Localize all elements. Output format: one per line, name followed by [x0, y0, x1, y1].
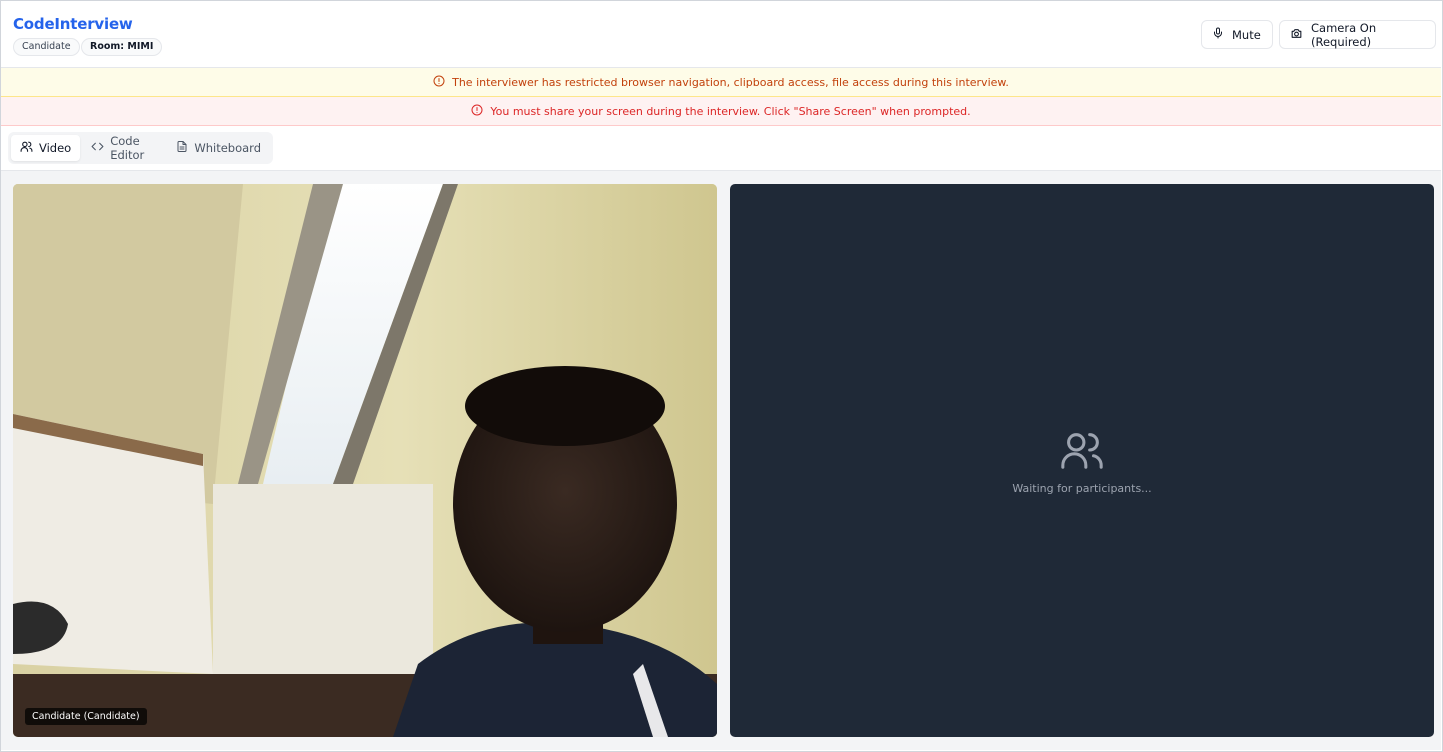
video-area: Candidate (Candidate) Waiting for partic…: [1, 171, 1441, 750]
camera-button[interactable]: Camera On (Required): [1279, 20, 1436, 49]
tab-video[interactable]: Video: [11, 135, 81, 161]
document-icon: [176, 140, 188, 156]
tab-code-editor[interactable]: Code Editor: [82, 134, 165, 162]
camera-icon: [1290, 27, 1303, 43]
alert-circle-icon: [433, 75, 445, 90]
role-badge: Candidate: [13, 38, 80, 56]
code-icon: [91, 140, 104, 156]
local-video-tile: Candidate (Candidate): [13, 184, 717, 737]
view-tabs: Video Code Editor Whiteboard: [8, 132, 273, 164]
tab-bar: Video Code Editor Whiteboard: [1, 126, 1441, 171]
screen-share-banner-text: You must share your screen during the in…: [490, 104, 971, 118]
mute-button-label: Mute: [1232, 27, 1261, 42]
local-camera-feed: [13, 184, 717, 737]
remote-video-tile: Waiting for participants...: [730, 184, 1434, 737]
room-badge: Room: MIMI: [81, 38, 163, 56]
local-participant-label: Candidate (Candidate): [25, 708, 147, 725]
screen-share-banner: You must share your screen during the in…: [1, 97, 1441, 126]
tab-video-label: Video: [39, 141, 72, 155]
waiting-text: Waiting for participants...: [1012, 481, 1152, 495]
tab-whiteboard-label: Whiteboard: [194, 141, 261, 155]
app-header: CodeInterview Candidate Room: MIMI Mute …: [1, 1, 1441, 68]
restriction-banner: The interviewer has restricted browser n…: [1, 68, 1441, 97]
users-icon: [20, 140, 33, 156]
tab-whiteboard[interactable]: Whiteboard: [167, 135, 270, 161]
restriction-banner-text: The interviewer has restricted browser n…: [452, 75, 1009, 89]
camera-button-label: Camera On (Required): [1311, 20, 1377, 49]
microphone-icon: [1212, 27, 1224, 42]
waiting-state: Waiting for participants...: [730, 184, 1434, 737]
participants-icon: [1058, 427, 1106, 476]
mute-button[interactable]: Mute: [1201, 20, 1273, 49]
alert-circle-icon: [471, 104, 483, 119]
tab-code-editor-label: Code Editor: [110, 134, 145, 162]
app-brand: CodeInterview: [13, 15, 133, 33]
